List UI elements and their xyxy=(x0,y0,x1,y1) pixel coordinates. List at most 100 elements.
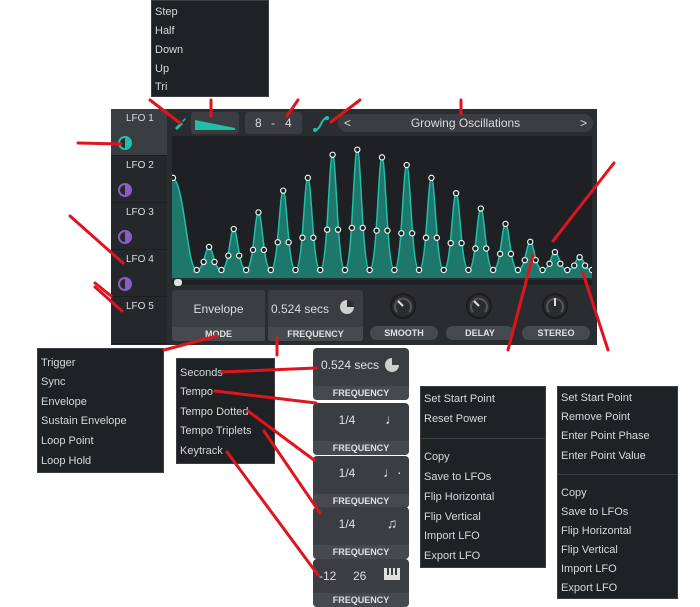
menu-item-flip-vertical[interactable]: Flip Vertical xyxy=(558,544,677,556)
keytrack-transpose[interactable]: -12 xyxy=(319,569,336,583)
clock-icon[interactable] xyxy=(383,356,401,374)
lfo-point[interactable] xyxy=(408,230,416,237)
lfo-point[interactable] xyxy=(557,260,564,267)
lfo-point[interactable] xyxy=(452,190,460,197)
lfo-point[interactable] xyxy=(205,243,213,251)
grid-y-value[interactable]: 4 xyxy=(285,116,292,130)
lfo-point[interactable] xyxy=(514,266,522,274)
paint-brush-icon[interactable] xyxy=(172,115,188,131)
menu-item-tri[interactable]: Tri xyxy=(152,81,268,93)
menu-item-half[interactable]: Half xyxy=(152,25,268,37)
lfo-point[interactable] xyxy=(588,266,596,274)
next-preset-button[interactable]: > xyxy=(580,116,587,130)
lfo-point[interactable] xyxy=(225,252,232,259)
frequency-card-triplets[interactable]: 1/4 ♫ FREQUENCY xyxy=(313,507,409,559)
menu-item-tempo[interactable]: Tempo xyxy=(177,386,274,398)
menu-item-save-to-lfos[interactable]: Save to LFOs xyxy=(421,471,545,483)
menu-item-enter-point-value[interactable]: Enter Point Value xyxy=(558,450,677,462)
lfo-point[interactable] xyxy=(489,266,497,274)
lfo-point[interactable] xyxy=(428,174,435,182)
keyboard-icon[interactable] xyxy=(383,567,401,585)
grid-x-value[interactable]: 8 xyxy=(255,116,262,130)
smooth-knob[interactable] xyxy=(390,293,416,319)
dotted-note-icon[interactable]: ♩· xyxy=(383,464,402,482)
lfo-point[interactable] xyxy=(193,266,200,274)
menu-item-trigger[interactable]: Trigger xyxy=(38,357,163,369)
frequency-value[interactable]: 0.524 secs xyxy=(271,302,329,316)
menu-item-import-lfo[interactable]: Import LFO xyxy=(558,563,677,575)
menu-item-export-lfo[interactable]: Export LFO xyxy=(421,550,545,562)
mode-value[interactable]: Envelope xyxy=(172,302,265,316)
lfo-point[interactable] xyxy=(422,234,430,241)
lfo-point[interactable] xyxy=(472,245,479,252)
lfo-point[interactable] xyxy=(317,266,324,274)
menu-item-loop-hold[interactable]: Loop Hold xyxy=(38,455,163,467)
menu-item-copy[interactable]: Copy xyxy=(421,451,545,463)
shape-selector[interactable] xyxy=(191,112,239,134)
frequency-control[interactable]: 0.524 secs FREQUENCY xyxy=(268,290,363,341)
lfo-point[interactable] xyxy=(496,250,504,258)
lfo-tab-1[interactable]: LFO 1 xyxy=(111,109,167,156)
lfo-point[interactable] xyxy=(334,226,342,233)
menu-item-copy[interactable]: Copy xyxy=(558,487,677,499)
lfo-point[interactable] xyxy=(527,238,534,246)
lfo-graph[interactable] xyxy=(169,136,596,278)
menu-item-seconds[interactable]: Seconds xyxy=(177,367,274,379)
lfo-tab-3[interactable]: LFO 3 xyxy=(111,203,167,250)
triplet-notes-icon[interactable]: ♫ xyxy=(383,515,401,533)
menu-item-up[interactable]: Up xyxy=(152,63,268,75)
menu-item-loop-point[interactable]: Loop Point xyxy=(38,435,163,447)
keytrack-tune[interactable]: 26 xyxy=(353,569,366,583)
mode-control[interactable]: Envelope MODE xyxy=(172,290,265,341)
menu-item-tempo-dotted[interactable]: Tempo Dotted xyxy=(177,406,274,418)
menu-item-export-lfo[interactable]: Export LFO xyxy=(558,582,677,594)
lfo-point[interactable] xyxy=(564,266,571,274)
lfo-point[interactable] xyxy=(348,224,356,232)
lfo-point[interactable] xyxy=(359,224,366,232)
menu-item-flip-horizontal[interactable]: Flip Horizontal xyxy=(558,525,677,537)
menu-item-set-start-point[interactable]: Set Start Point xyxy=(421,393,545,405)
menu-item-set-start-point[interactable]: Set Start Point xyxy=(558,392,677,404)
menu-item-sync[interactable]: Sync xyxy=(38,376,163,388)
lfo-point[interactable] xyxy=(211,258,218,266)
lfo-point[interactable] xyxy=(218,266,225,274)
menu-item-save-to-lfos[interactable]: Save to LFOs xyxy=(558,506,677,518)
lfo-point[interactable] xyxy=(323,226,331,233)
menu-item-flip-vertical[interactable]: Flip Vertical xyxy=(421,511,545,523)
menu-item-envelope[interactable]: Envelope xyxy=(38,396,163,408)
menu-item-sustain-envelope[interactable]: Sustain Envelope xyxy=(38,415,163,427)
delay-knob[interactable] xyxy=(466,293,492,319)
lfo-point[interactable] xyxy=(279,187,287,194)
lfo-point[interactable] xyxy=(477,205,485,212)
lfo-point[interactable] xyxy=(576,253,583,261)
lfo-point[interactable] xyxy=(384,227,391,234)
phase-handle[interactable] xyxy=(174,279,182,286)
lfo-point[interactable] xyxy=(551,248,559,256)
lfo-point[interactable] xyxy=(329,151,336,158)
smooth-curve-icon[interactable] xyxy=(311,114,331,134)
lfo-point[interactable] xyxy=(546,260,553,267)
lfo-point[interactable] xyxy=(200,258,207,266)
frequency-card-seconds[interactable]: 0.524 secs FREQUENCY xyxy=(313,348,409,400)
phase-slider[interactable] xyxy=(172,279,592,286)
clock-icon[interactable] xyxy=(340,300,354,314)
lfo-point[interactable] xyxy=(433,234,441,241)
lfo-point[interactable] xyxy=(378,154,386,161)
frequency-card-dotted[interactable]: 1/4 ♩· FREQUENCY xyxy=(313,456,409,508)
menu-item-reset-power[interactable]: Reset Power xyxy=(421,413,545,425)
lfo-point[interactable] xyxy=(292,266,299,274)
lfo-point[interactable] xyxy=(539,266,546,274)
lfo-point[interactable] xyxy=(581,262,589,269)
lfo-point[interactable] xyxy=(373,227,380,234)
lfo-point[interactable] xyxy=(260,246,268,254)
lfo-point[interactable] xyxy=(415,266,423,274)
lfo-point[interactable] xyxy=(169,174,177,182)
menu-item-import-lfo[interactable]: Import LFO xyxy=(421,530,545,542)
lfo-point[interactable] xyxy=(403,161,410,169)
lfo-tab-5[interactable]: LFO 5 xyxy=(111,297,167,344)
lfo-point[interactable] xyxy=(465,266,472,274)
lfo-point[interactable] xyxy=(571,262,578,269)
grid-size-control[interactable]: 8 - 4 xyxy=(245,112,302,134)
lfo-point[interactable] xyxy=(304,174,312,182)
menu-item-keytrack[interactable]: Keytrack xyxy=(177,445,274,457)
